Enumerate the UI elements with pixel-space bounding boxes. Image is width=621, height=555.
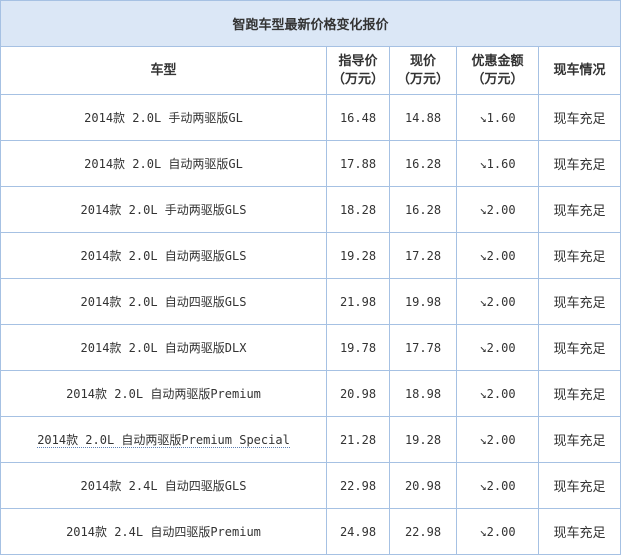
header-guide-line2: （万元） [331, 71, 384, 87]
table-row: 2014款 2.0L 自动两驱版GL 17.88 16.28 ↘1.60 现车充… [0, 140, 621, 187]
header-guide-line1: 指导价 [338, 53, 378, 69]
header-current-price: 现价 （万元） [389, 46, 457, 95]
model-link[interactable]: 2014款 2.0L 自动两驱版Premium Special [37, 433, 290, 448]
header-current-line1: 现价 [409, 53, 436, 69]
cell-guide-price: 20.98 [326, 370, 390, 417]
table-title-row: 智跑车型最新价格变化报价 [0, 0, 621, 47]
cell-stock: 现车充足 [537, 508, 621, 555]
cell-stock: 现车充足 [537, 370, 621, 417]
table-row: 2014款 2.0L 自动两驱版Premium Special 21.28 19… [0, 416, 621, 463]
cell-guide-price: 19.28 [326, 232, 390, 279]
header-discount-line2: （万元） [471, 71, 524, 87]
cell-stock: 现车充足 [537, 462, 621, 509]
cell-model: 2014款 2.0L 自动四驱版GLS [0, 278, 327, 325]
cell-current-price: 14.88 [389, 94, 457, 141]
cell-discount: ↘2.00 [456, 508, 539, 555]
cell-stock: 现车充足 [537, 232, 621, 279]
cell-current-price: 17.78 [389, 324, 457, 371]
table-row: 2014款 2.0L 自动两驱版DLX 19.78 17.78 ↘2.00 现车… [0, 324, 621, 371]
cell-stock: 现车充足 [537, 416, 621, 463]
cell-model: 2014款 2.0L 自动两驱版DLX [0, 324, 327, 371]
cell-discount: ↘2.00 [456, 324, 539, 371]
table-title: 智跑车型最新价格变化报价 [0, 0, 621, 47]
price-table: 智跑车型最新价格变化报价 车型 指导价 （万元） 现价 （万元） 优惠金额 （万… [0, 0, 621, 555]
header-model: 车型 [0, 46, 327, 95]
cell-stock: 现车充足 [537, 324, 621, 371]
header-current-line2: （万元） [396, 71, 449, 87]
header-model-label: 车型 [150, 62, 177, 78]
cell-current-price: 17.28 [389, 232, 457, 279]
table-row: 2014款 2.0L 手动两驱版GL 16.48 14.88 ↘1.60 现车充… [0, 94, 621, 141]
cell-current-price: 18.98 [389, 370, 457, 417]
cell-discount: ↘2.00 [456, 462, 539, 509]
table-header-row: 车型 指导价 （万元） 现价 （万元） 优惠金额 （万元） 现车情况 [0, 46, 621, 95]
cell-model[interactable]: 2014款 2.0L 自动两驱版Premium Special [0, 416, 327, 463]
cell-current-price: 22.98 [389, 508, 457, 555]
cell-guide-price: 21.28 [326, 416, 390, 463]
cell-model: 2014款 2.0L 自动两驱版GLS [0, 232, 327, 279]
cell-model: 2014款 2.0L 自动两驱版GL [0, 140, 327, 187]
cell-guide-price: 16.48 [326, 94, 390, 141]
cell-model: 2014款 2.0L 自动两驱版Premium [0, 370, 327, 417]
cell-discount: ↘2.00 [456, 186, 539, 233]
cell-current-price: 16.28 [389, 186, 457, 233]
cell-stock: 现车充足 [537, 94, 621, 141]
cell-guide-price: 18.28 [326, 186, 390, 233]
header-guide-price: 指导价 （万元） [326, 46, 390, 95]
table-row: 2014款 2.4L 自动四驱版Premium 24.98 22.98 ↘2.0… [0, 508, 621, 555]
header-discount: 优惠金额 （万元） [456, 46, 539, 95]
cell-stock: 现车充足 [537, 278, 621, 325]
cell-model: 2014款 2.4L 自动四驱版GLS [0, 462, 327, 509]
cell-discount: ↘2.00 [456, 416, 539, 463]
cell-model: 2014款 2.0L 手动两驱版GLS [0, 186, 327, 233]
cell-guide-price: 17.88 [326, 140, 390, 187]
cell-guide-price: 21.98 [326, 278, 390, 325]
table-row: 2014款 2.0L 手动两驱版GLS 18.28 16.28 ↘2.00 现车… [0, 186, 621, 233]
header-stock: 现车情况 [537, 46, 621, 95]
cell-discount: ↘1.60 [456, 140, 539, 187]
cell-current-price: 20.98 [389, 462, 457, 509]
table-row: 2014款 2.4L 自动四驱版GLS 22.98 20.98 ↘2.00 现车… [0, 462, 621, 509]
header-discount-line1: 优惠金额 [471, 53, 524, 69]
cell-guide-price: 24.98 [326, 508, 390, 555]
table-row: 2014款 2.0L 自动四驱版GLS 21.98 19.98 ↘2.00 现车… [0, 278, 621, 325]
cell-stock: 现车充足 [537, 186, 621, 233]
cell-stock: 现车充足 [537, 140, 621, 187]
cell-current-price: 19.98 [389, 278, 457, 325]
cell-guide-price: 22.98 [326, 462, 390, 509]
cell-current-price: 16.28 [389, 140, 457, 187]
cell-current-price: 19.28 [389, 416, 457, 463]
table-row: 2014款 2.0L 自动两驱版Premium 20.98 18.98 ↘2.0… [0, 370, 621, 417]
cell-model: 2014款 2.4L 自动四驱版Premium [0, 508, 327, 555]
cell-discount: ↘2.00 [456, 232, 539, 279]
cell-model: 2014款 2.0L 手动两驱版GL [0, 94, 327, 141]
cell-guide-price: 19.78 [326, 324, 390, 371]
header-stock-label: 现车情况 [553, 62, 606, 78]
cell-discount: ↘1.60 [456, 94, 539, 141]
cell-discount: ↘2.00 [456, 370, 539, 417]
table-row: 2014款 2.0L 自动两驱版GLS 19.28 17.28 ↘2.00 现车… [0, 232, 621, 279]
cell-discount: ↘2.00 [456, 278, 539, 325]
